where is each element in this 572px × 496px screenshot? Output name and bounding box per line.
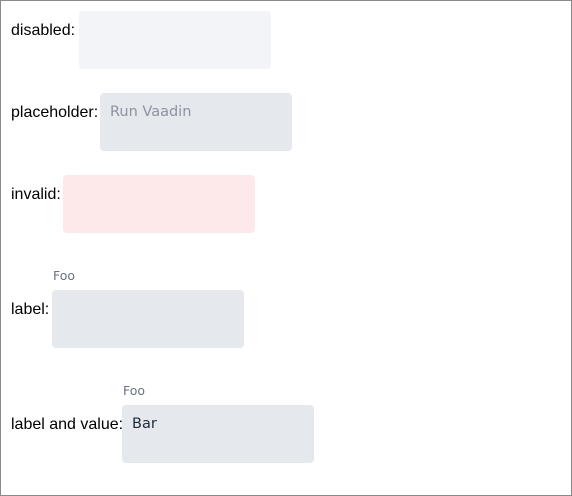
- placeholder-text: Run Vaadin: [110, 104, 192, 120]
- placeholder-text-field[interactable]: Run Vaadin: [100, 93, 292, 151]
- disabled-row-label: disabled:: [11, 22, 76, 39]
- label-and-value-text-field[interactable]: Bar: [122, 405, 314, 463]
- invalid-text-field[interactable]: [63, 175, 255, 233]
- label-and-value-row-label: label and value:: [11, 416, 124, 433]
- field-value-text: Bar: [132, 416, 157, 432]
- label-field-label: Foo: [53, 268, 76, 283]
- label-and-value-field-label: Foo: [123, 383, 146, 398]
- disabled-text-field: [79, 11, 271, 69]
- label-row-label: label:: [11, 301, 50, 318]
- invalid-row-label: invalid:: [11, 186, 61, 203]
- placeholder-row-label: placeholder:: [11, 104, 99, 121]
- test-page: disabled: placeholder: Run Vaadin invali…: [0, 0, 572, 496]
- label-text-field[interactable]: [52, 290, 244, 348]
